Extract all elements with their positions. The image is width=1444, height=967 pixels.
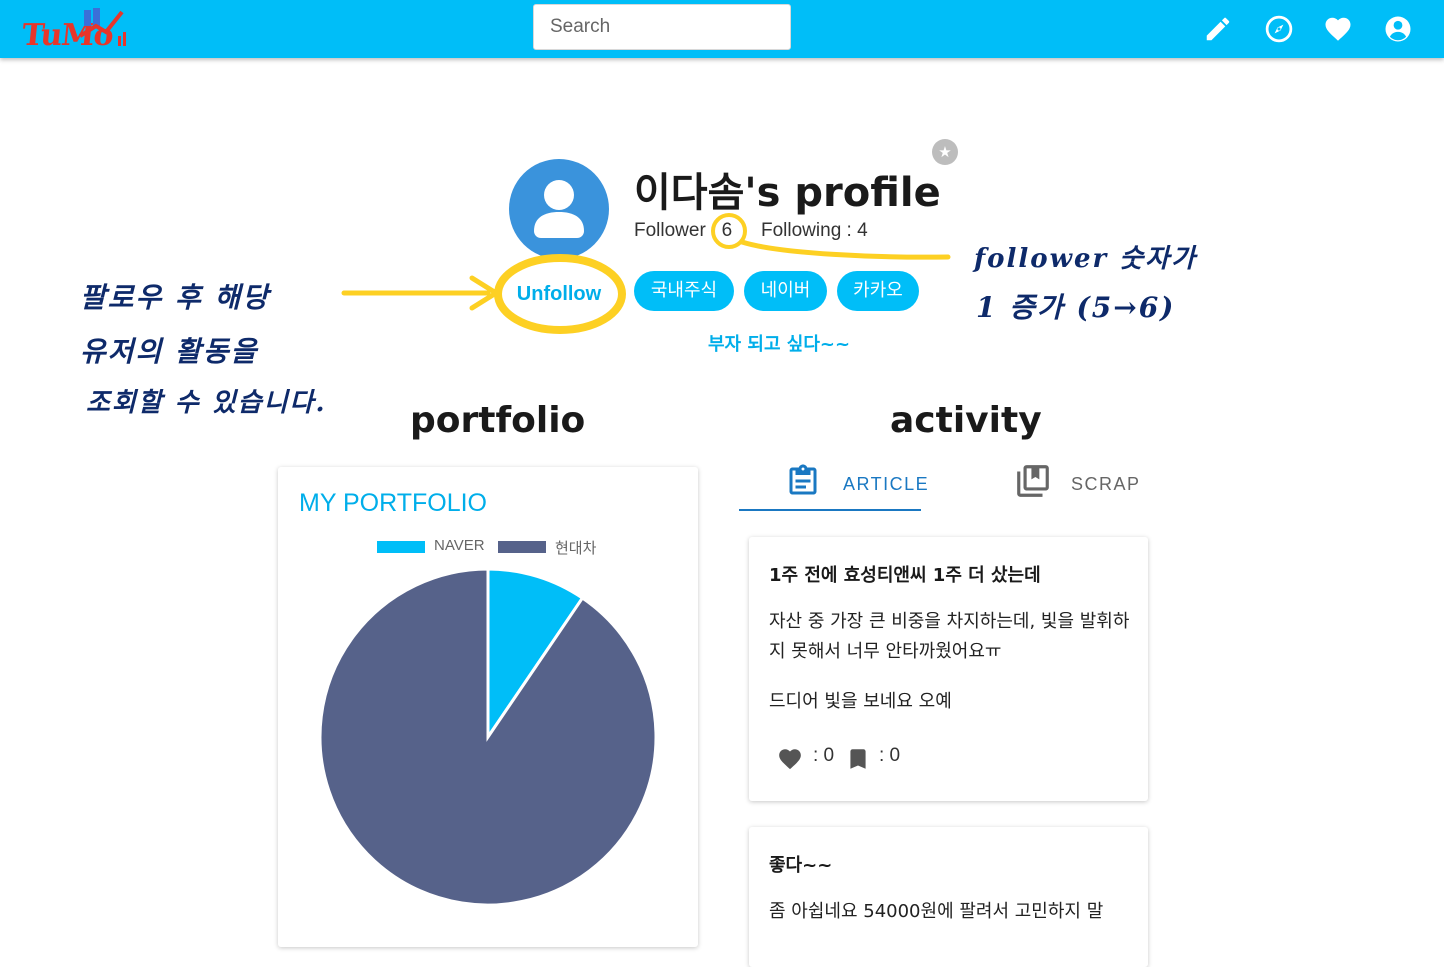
annotation-note-line: follower 숫자가 [974, 244, 1198, 274]
article-title: 좋다~~ [769, 855, 833, 876]
annotation-note-line: 팔로우 후 해당 [80, 281, 271, 314]
heart-icon[interactable] [777, 746, 803, 772]
annotation-underline [739, 239, 951, 260]
bookmarks-icon [1017, 465, 1049, 497]
follower-count[interactable]: Follower : 6 [634, 220, 732, 242]
account-icon[interactable] [1383, 14, 1413, 44]
portfolio-pie-chart [318, 567, 658, 907]
tab-article-label: ARTICLE [843, 474, 930, 494]
unfollow-button[interactable]: Unfollow [503, 272, 615, 316]
tab-scrap[interactable]: SCRAP [1010, 460, 1140, 512]
top-app-bar: TuMo [0, 0, 1444, 58]
annotation-overlay [341, 213, 951, 334]
heart-icon[interactable] [1323, 14, 1353, 44]
article-paragraph: 드디어 빛을 보네요 오예 [769, 691, 952, 712]
like-count: : 0 [813, 745, 835, 766]
portfolio-heading: portfolio [410, 400, 586, 441]
article-title: 1주 전에 효성티앤씨 1주 더 샀는데 [769, 565, 1041, 586]
tag-chip[interactable]: 국내주식 [634, 271, 734, 311]
article-card[interactable]: 좋다~~ 좀 아쉽네요 54000원에 팔려서 고민하지 말 [749, 827, 1148, 967]
legend-swatch [377, 541, 425, 553]
legend-swatch [498, 541, 546, 553]
bookmark-icon[interactable] [845, 746, 871, 772]
portfolio-card-title: MY PORTFOLIO [299, 489, 488, 517]
tab-article[interactable]: ARTICLE [739, 460, 928, 512]
clipboard-icon [789, 464, 817, 495]
annotation-arrowhead [469, 275, 499, 311]
annotation-note-line: 조회할 수 있습니다. [86, 388, 327, 418]
logo[interactable]: TuMo [18, 6, 136, 54]
compass-icon[interactable] [1264, 14, 1294, 44]
scrap-count: : 0 [879, 745, 901, 766]
annotation-note-line: 1 증가 (5→6) [976, 291, 1176, 324]
legend-label: NAVER [434, 537, 485, 554]
activity-heading: activity [890, 400, 1042, 441]
avatar [509, 159, 609, 259]
article-paragraph: 자산 중 가장 큰 비중을 차지하는데, 빛을 발휘하지 못해서 너무 안타까웠… [769, 611, 1130, 662]
legend-label: 현대차 [555, 540, 597, 557]
article-paragraph: 좀 아쉽네요 54000원에 팔려서 고민하지 말 [769, 901, 1104, 922]
tab-scrap-label: SCRAP [1071, 474, 1141, 494]
tag-chip[interactable]: 네이버 [744, 271, 827, 311]
pie-slice-현대차[interactable] [318, 567, 658, 907]
article-card[interactable]: 1주 전에 효성티앤씨 1주 더 샀는데 자산 중 가장 큰 비중을 차지하는데… [749, 537, 1148, 801]
profile-title: 이다솜's profile [634, 170, 941, 216]
tag-chip[interactable]: 카카오 [837, 271, 919, 311]
star-icon[interactable]: ★ [932, 139, 958, 165]
logo-chart-icon [78, 8, 126, 46]
following-count[interactable]: Following : 4 [761, 220, 868, 242]
profile-bio: 부자 되고 싶다~~ [708, 334, 851, 355]
pencil-icon[interactable] [1203, 14, 1233, 44]
annotation-note-line: 유저의 활동을 [80, 335, 259, 368]
portfolio-card: MY PORTFOLIO NAVER 현대차 [278, 467, 698, 947]
search-input[interactable] [533, 4, 791, 50]
active-tab-indicator [739, 509, 921, 511]
